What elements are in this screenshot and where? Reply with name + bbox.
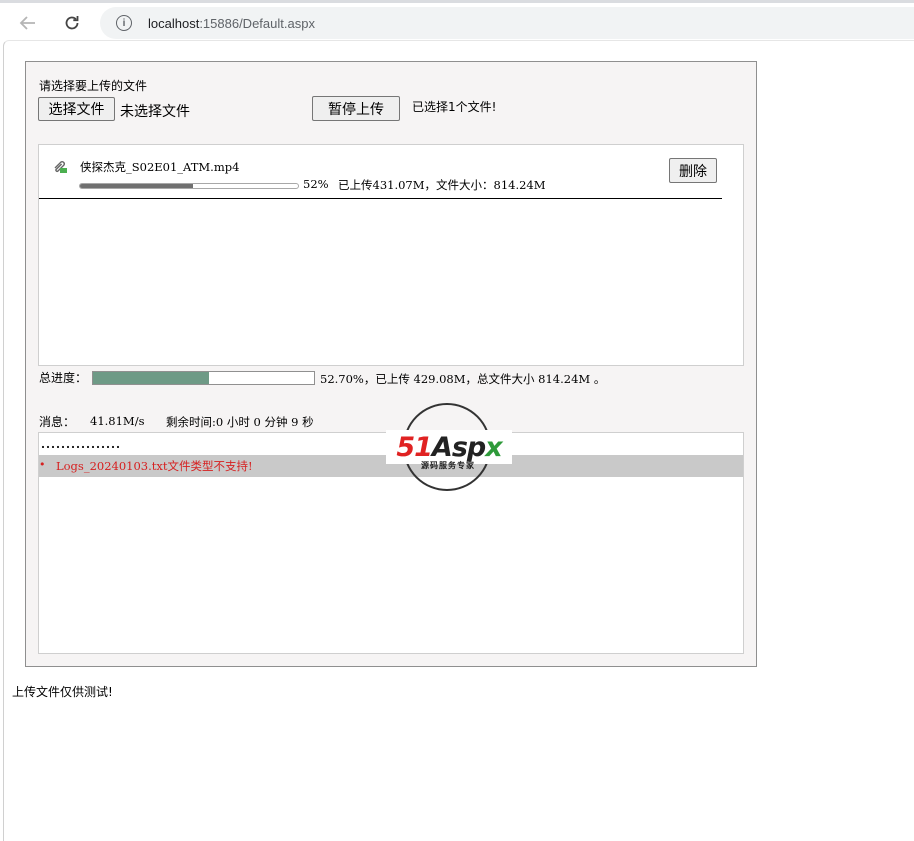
no-file-text: 未选择文件 xyxy=(120,104,190,120)
message-dots: ................ xyxy=(41,437,122,451)
watermark-subtitle: 源码服务专家 xyxy=(421,461,475,470)
url-text: localhost:15886/Default.aspx xyxy=(148,15,315,31)
file-list: 侠探杰克_S02E01_ATM.mp4 52% 已上传431.07M，文件大小：… xyxy=(38,144,744,366)
upload-speed: 41.81M/s xyxy=(90,414,145,428)
file-attachment-icon xyxy=(51,157,69,179)
total-progress-label: 总进度： xyxy=(39,371,88,385)
file-progress-fill xyxy=(80,184,194,188)
watermark-logo: 51 Asp x 源码服务专家 xyxy=(386,402,512,494)
delete-file-button[interactable]: 删除 xyxy=(669,158,717,183)
file-percent: 52% xyxy=(303,177,329,191)
total-progress-bar xyxy=(92,371,315,385)
file-upload-detail: 已上传431.07M，文件大小：814.24M xyxy=(338,178,546,192)
watermark-brand: 51 Asp x xyxy=(386,430,512,464)
file-progress-bar xyxy=(79,183,299,189)
reload-icon[interactable] xyxy=(60,11,84,35)
pause-upload-button[interactable]: 暂停上传 xyxy=(312,96,400,121)
address-bar[interactable]: i localhost:15886/Default.aspx xyxy=(100,7,914,39)
site-info-icon[interactable]: i xyxy=(116,15,132,31)
back-arrow-icon[interactable] xyxy=(16,11,40,35)
selected-count-text: 已选择1个文件! xyxy=(412,100,497,114)
upload-prompt: 请选择要上传的文件 xyxy=(39,79,148,93)
file-row-divider xyxy=(39,198,722,199)
remaining-time: 剩余时间:0 小时 0 分钟 9 秒 xyxy=(166,415,314,429)
browser-toolbar: i localhost:15886/Default.aspx xyxy=(0,0,914,40)
error-bullet: • xyxy=(39,458,46,471)
choose-file-button[interactable]: 选择文件 xyxy=(38,97,115,121)
file-name: 侠探杰克_S02E01_ATM.mp4 xyxy=(80,160,240,174)
footer-note: 上传文件仅供测试! xyxy=(12,685,113,699)
message-label: 消息： xyxy=(39,415,76,429)
total-progress-fill xyxy=(93,372,210,384)
error-message: Logs_20240103.txt文件类型不支持! xyxy=(56,459,253,473)
total-progress-text: 52.70%，已上传 429.08M，总文件大小 814.24M 。 xyxy=(320,372,606,386)
